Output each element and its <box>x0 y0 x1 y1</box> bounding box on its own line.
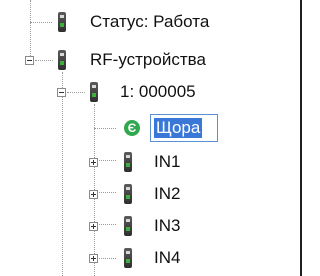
tree-item-label: IN1 <box>154 152 181 171</box>
device-icon <box>58 50 66 70</box>
panel-border <box>300 0 302 276</box>
collapse-icon[interactable] <box>57 88 66 97</box>
expand-icon[interactable] <box>89 254 98 263</box>
device-icon <box>124 216 132 236</box>
device-icon <box>124 184 132 204</box>
device-icon <box>58 12 66 32</box>
tree-connector <box>35 60 53 61</box>
rename-input-text[interactable]: Щора <box>154 118 203 138</box>
tree-item-label: RF-устройства <box>90 50 206 69</box>
tree-item-shchora[interactable]: Є Щора <box>0 114 260 142</box>
tree-item-label: IN3 <box>154 216 181 235</box>
tree-item-in4[interactable]: IN4 <box>0 246 260 274</box>
tree-item-in1[interactable]: IN1 <box>0 148 260 176</box>
device-icon <box>90 82 98 102</box>
expand-icon[interactable] <box>89 222 98 231</box>
tree-item-label: 1: 000005 <box>120 82 196 101</box>
rename-input[interactable]: Щора <box>150 114 218 142</box>
expand-icon[interactable] <box>89 190 98 199</box>
tree-connector <box>67 92 85 93</box>
device-icon <box>124 152 132 172</box>
tree-item-status[interactable]: Статус: Работа <box>0 8 260 36</box>
e-badge-icon: Є <box>124 120 140 136</box>
tree-item-in3[interactable]: IN3 <box>0 212 260 240</box>
device-icon <box>124 248 132 268</box>
tree-item-label: Статус: Работа <box>90 12 210 31</box>
expand-icon[interactable] <box>89 158 98 167</box>
tree-item-label: IN2 <box>154 184 181 203</box>
tree-item-in2[interactable]: IN2 <box>0 180 260 208</box>
device-tree[interactable]: Статус: Работа RF-устройства 1: 000005 Є… <box>0 0 296 276</box>
tree-item-label: IN4 <box>154 248 181 267</box>
tree-item-rf-devices[interactable]: RF-устройства <box>0 46 260 74</box>
tree-item-device-000005[interactable]: 1: 000005 <box>0 78 260 106</box>
collapse-icon[interactable] <box>25 56 34 65</box>
